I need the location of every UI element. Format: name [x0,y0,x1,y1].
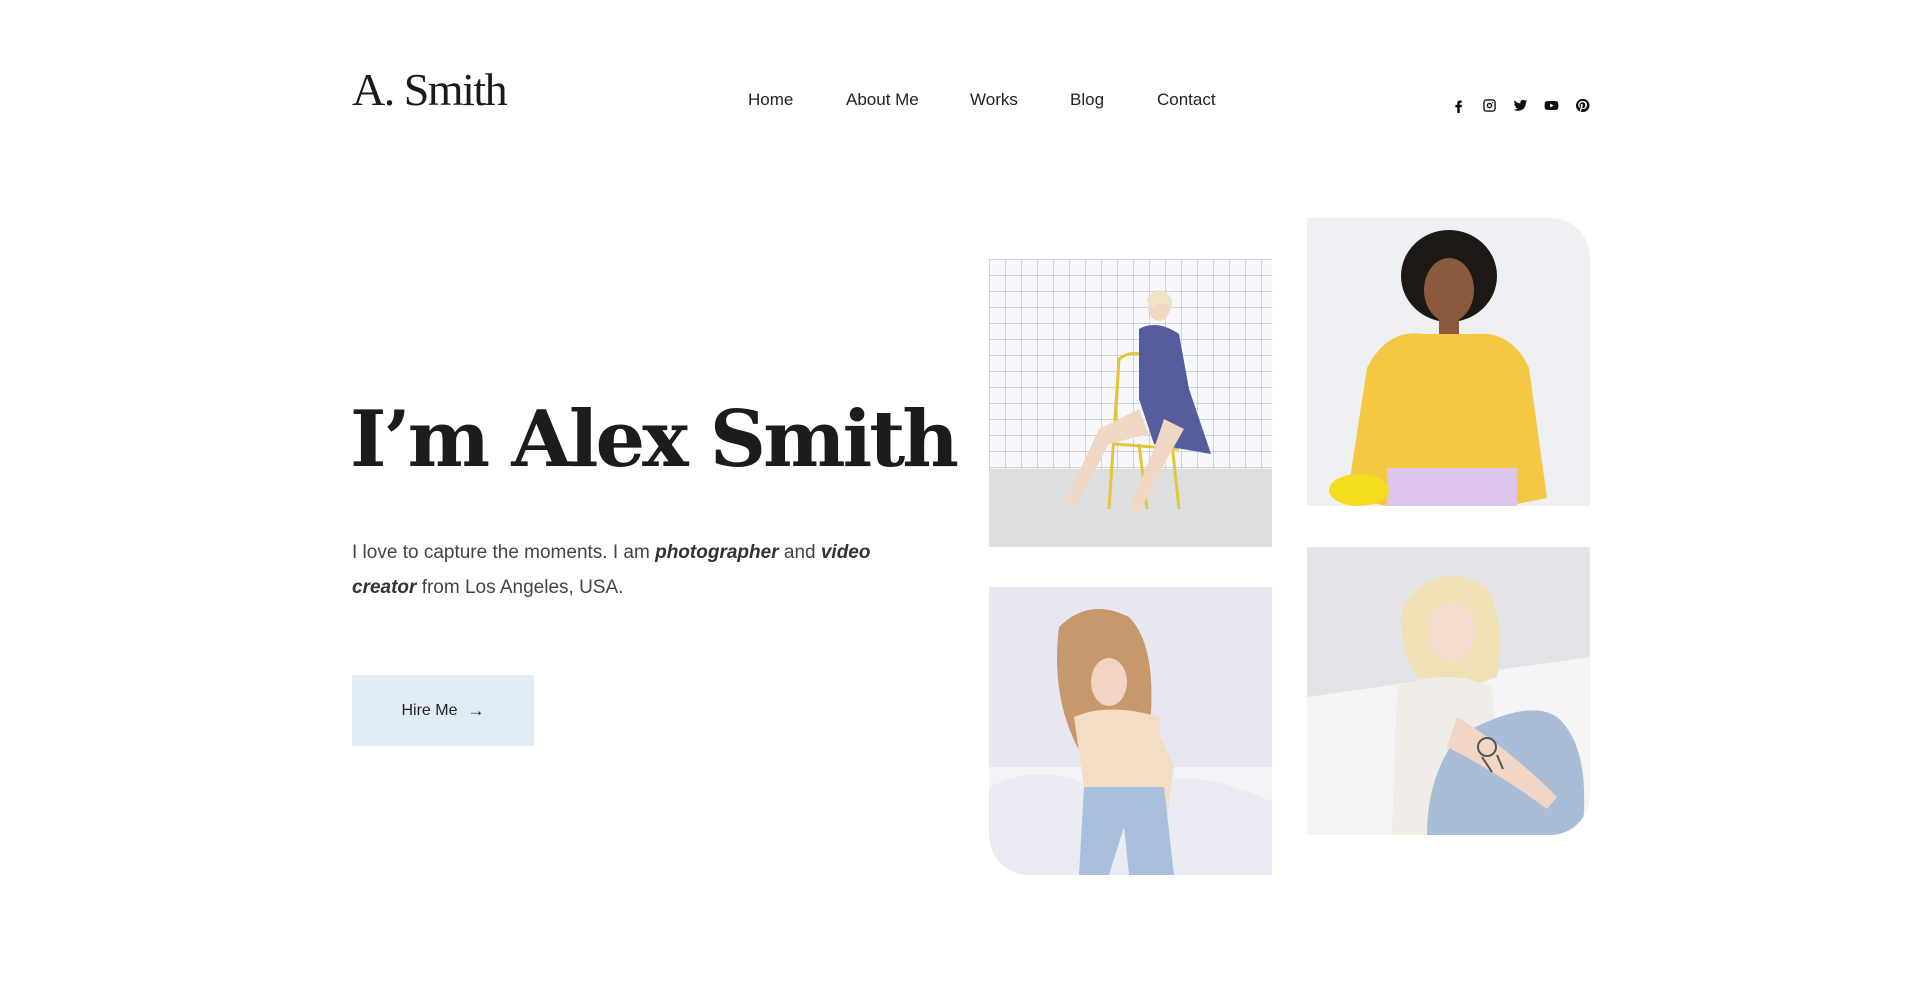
nav-item-works[interactable]: Works [970,88,1018,112]
hero-desc-text-2: and [778,542,821,563]
nav-item-about-me[interactable]: About Me [846,88,919,112]
twitter-icon[interactable] [1512,97,1529,114]
main-nav: Home About Me Works Blog Contact [0,88,1920,112]
hero-desc-text-1: I love to capture the moments. I am [352,542,656,563]
arrow-right-icon: → [467,701,485,720]
gallery-photo-2 [1307,218,1590,506]
instagram-icon[interactable] [1481,97,1498,114]
facebook-icon[interactable] [1450,97,1467,114]
nav-item-contact[interactable]: Contact [1157,88,1216,112]
gallery-photo-4 [1307,547,1590,835]
hero-desc-text-3: from Los Angeles, USA. [416,577,624,598]
hero-description: I love to capture the moments. I am phot… [352,535,872,605]
woman-in-yellow-sweater-image [1307,218,1590,506]
woman-on-bed-touching-hair-image [989,587,1272,875]
gallery-photo-1 [989,259,1272,547]
pinterest-icon[interactable] [1574,97,1591,114]
hire-me-button[interactable]: Hire Me → [352,675,534,746]
woman-with-tattoo-sitting-image [1307,547,1590,835]
page: A. Smith Home About Me Works Blog Contac… [0,0,1920,981]
nav-item-home[interactable]: Home [748,88,793,112]
nav-item-blog[interactable]: Blog [1070,88,1104,112]
hero-title: I’m Alex Smith [350,394,959,485]
hire-me-label: Hire Me [401,701,458,719]
social-links [1450,95,1591,115]
youtube-icon[interactable] [1543,97,1560,114]
hero-desc-emphasis-photographer: photographer [655,542,779,563]
gallery-photo-3 [989,587,1272,875]
woman-seated-on-yellow-chair-image [989,259,1272,547]
